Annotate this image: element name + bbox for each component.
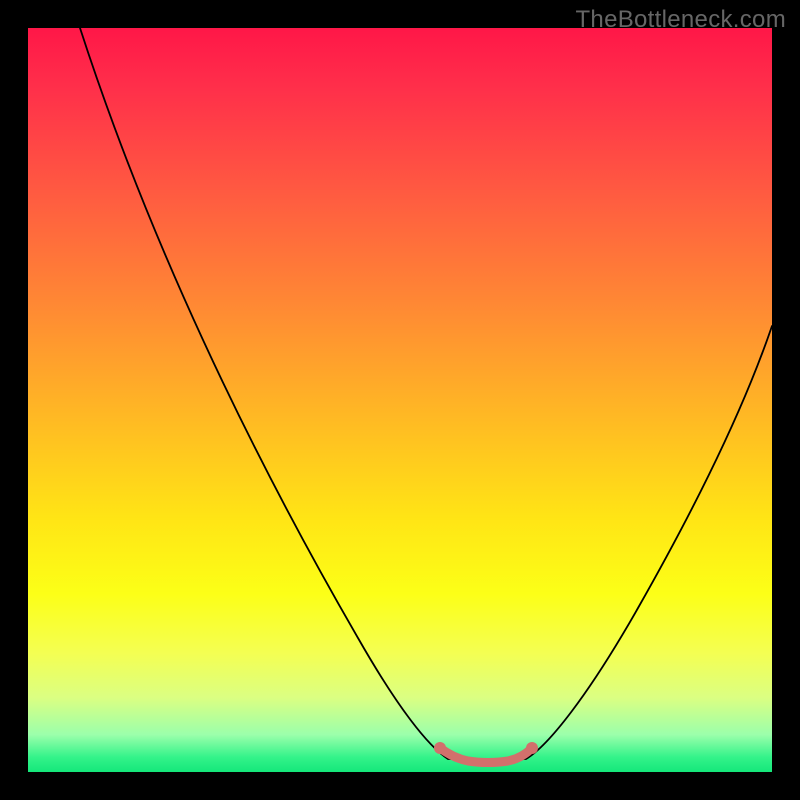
valley-dot-left — [434, 742, 446, 754]
valley-dot-right — [526, 742, 538, 754]
bottleneck-curve-svg — [28, 28, 772, 772]
bottleneck-curve — [80, 28, 772, 759]
valley-highlight — [440, 748, 532, 763]
plot-area — [28, 28, 772, 772]
watermark-text: TheBottleneck.com — [575, 6, 786, 34]
chart-frame: TheBottleneck.com — [0, 0, 800, 800]
